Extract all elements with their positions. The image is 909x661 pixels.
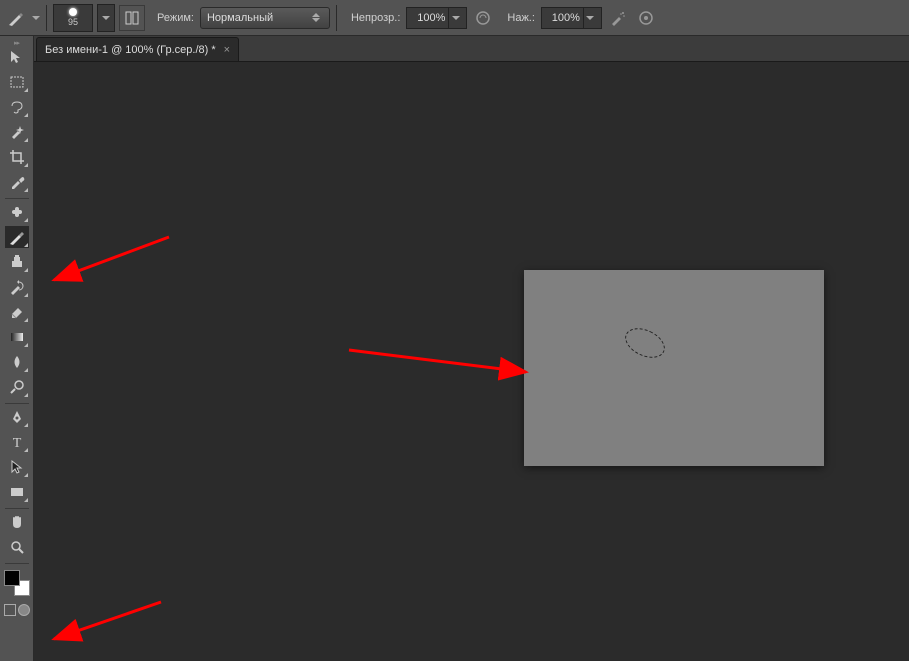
tools-panel: T (0, 36, 34, 661)
pressure-size-button[interactable] (634, 6, 658, 30)
panel-grip[interactable] (2, 38, 32, 46)
brush-size-value: 95 (68, 17, 78, 27)
pen-tool[interactable] (5, 406, 29, 428)
annotation-arrow-1 (44, 232, 174, 292)
quick-mask-toggle[interactable] (4, 604, 30, 622)
opacity-dropdown[interactable] (448, 8, 462, 28)
annotation-arrow-2 (344, 342, 534, 382)
blur-tool[interactable] (5, 351, 29, 373)
color-swatches[interactable] (4, 570, 30, 596)
flow-label: Наж.: (507, 12, 535, 24)
brush-panel-toggle[interactable] (119, 5, 145, 31)
crop-tool[interactable] (5, 146, 29, 168)
gradient-tool[interactable] (5, 326, 29, 348)
close-icon[interactable]: × (224, 44, 230, 56)
pressure-opacity-button[interactable] (471, 6, 495, 30)
brush-presets-dropdown[interactable] (97, 4, 115, 32)
airbrush-button[interactable] (606, 6, 630, 30)
rectangle-tool[interactable] (5, 481, 29, 503)
document-tab[interactable]: Без имени-1 @ 100% (Гр.сер./8) * × (36, 37, 239, 61)
blend-mode-value: Нормальный (207, 12, 309, 24)
document-tab-title: Без имени-1 @ 100% (Гр.сер./8) * (45, 44, 216, 56)
opacity-value: 100% (411, 12, 445, 24)
history-brush-tool[interactable] (5, 276, 29, 298)
eyedropper-tool[interactable] (5, 171, 29, 193)
zoom-tool[interactable] (5, 536, 29, 558)
foreground-color[interactable] (4, 570, 20, 586)
type-tool[interactable]: T (5, 431, 29, 453)
path-selection-tool[interactable] (5, 456, 29, 478)
lasso-tool[interactable] (5, 96, 29, 118)
flow-value: 100% (546, 12, 580, 24)
opacity-label: Непрозр.: (351, 12, 400, 24)
eraser-tool[interactable] (5, 301, 29, 323)
current-tool-icon (6, 8, 26, 28)
options-bar: 95 Режим: Нормальный Непрозр.: 100% Наж.… (0, 0, 909, 36)
move-tool[interactable] (5, 46, 29, 68)
brush-tool[interactable] (5, 226, 29, 248)
rectangular-marquee-tool[interactable] (5, 71, 29, 93)
clone-stamp-tool[interactable] (5, 251, 29, 273)
marquee-selection (620, 322, 669, 363)
annotation-arrow-3 (46, 597, 166, 647)
healing-brush-tool[interactable] (5, 201, 29, 223)
tool-preset-dropdown[interactable] (32, 16, 40, 20)
mode-label: Режим: (157, 12, 194, 24)
svg-text:T: T (12, 436, 21, 450)
quick-selection-tool[interactable] (5, 121, 29, 143)
flow-dropdown[interactable] (583, 8, 597, 28)
workspace: Без имени-1 @ 100% (Гр.сер./8) * × (34, 36, 909, 661)
flow-field[interactable]: 100% (541, 7, 602, 29)
brush-preview[interactable]: 95 (53, 4, 93, 32)
brush-dot-icon (69, 8, 77, 16)
dodge-tool[interactable] (5, 376, 29, 398)
document-tab-bar: Без имени-1 @ 100% (Гр.сер./8) * × (34, 36, 909, 62)
opacity-field[interactable]: 100% (406, 7, 467, 29)
document-canvas[interactable] (524, 270, 824, 466)
hand-tool[interactable] (5, 511, 29, 533)
canvas-area[interactable] (34, 62, 909, 661)
blend-mode-dropdown[interactable]: Нормальный (200, 7, 330, 29)
